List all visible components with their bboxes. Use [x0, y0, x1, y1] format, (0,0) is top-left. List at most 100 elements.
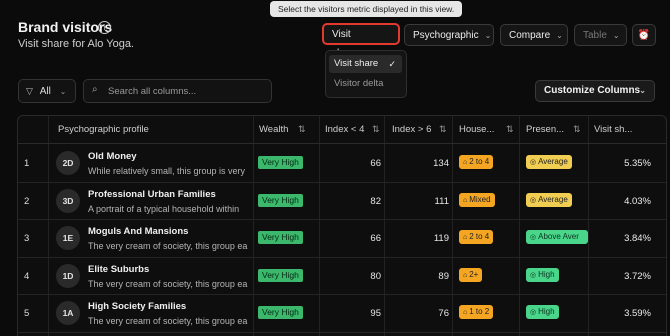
- filter-label: All: [39, 86, 51, 97]
- sort-icon[interactable]: ⇅: [506, 116, 514, 143]
- metric-select-button[interactable]: Visit share⌄: [322, 23, 400, 59]
- row-rank: 3: [24, 233, 30, 244]
- dropdown-option-visit-share[interactable]: Visit share ✓: [329, 55, 402, 73]
- index-lt-value: 66: [370, 233, 381, 244]
- filter-icon: ▽: [26, 86, 33, 96]
- column-header-presence[interactable]: Presen...: [526, 116, 564, 143]
- visit-share-value: 4.03%: [624, 195, 651, 207]
- segment-select-button[interactable]: Psychographic ⌄: [404, 24, 494, 46]
- visit-share-value: 5.35%: [624, 158, 651, 169]
- index-lt-value: 80: [370, 270, 381, 282]
- compare-select-label: Compare: [509, 30, 551, 41]
- presence-badge: ◎ High: [526, 305, 559, 319]
- row-rank: 5: [24, 308, 30, 319]
- wealth-badge: Very High: [258, 193, 303, 207]
- chevron-down-icon: ⌄: [556, 31, 563, 40]
- home-icon: ⌂: [463, 309, 468, 316]
- column-header-index-lt[interactable]: Index < 4: [325, 116, 364, 143]
- presence-icon: ◎: [530, 309, 537, 316]
- profile-description: While relatively small, this group is ve…: [88, 166, 246, 176]
- home-icon: ⌂: [463, 271, 468, 279]
- household-badge: ⌂ 2 to 4: [459, 155, 494, 169]
- view-select-label: Table: [583, 30, 607, 41]
- profile-name: High Society Families: [88, 301, 187, 312]
- column-header-visit-share[interactable]: Visit sh...: [594, 116, 632, 143]
- household-badge: ⌂ Mixed: [459, 192, 495, 207]
- row-rank: 1: [24, 158, 30, 169]
- profile-name: Professional Urban Families: [88, 188, 216, 200]
- page-subtitle: Visit share for Alo Yoga.: [18, 38, 134, 50]
- compare-select-button[interactable]: Compare ⌄: [500, 24, 568, 46]
- search-placeholder: Search all columns...: [108, 86, 197, 97]
- customize-columns-button[interactable]: Customize Columns ⌄: [535, 80, 655, 102]
- home-icon: ⌂: [463, 234, 468, 241]
- visit-share-value: 3.72%: [624, 270, 651, 282]
- sort-icon[interactable]: ⇅: [439, 116, 447, 143]
- table-row[interactable]: 4 1D Elite Suburbs The very cream of soc…: [18, 257, 666, 295]
- search-input[interactable]: ⌕ Search all columns...: [83, 79, 272, 103]
- column-header-household[interactable]: House...: [459, 116, 494, 143]
- alarm-clock-button[interactable]: ⏰: [632, 24, 656, 46]
- visit-share-value: 3.84%: [624, 233, 651, 244]
- profile-description: The very cream of society, this group ea: [88, 241, 248, 251]
- index-lt-value: 95: [370, 308, 381, 319]
- chevron-down-icon: ⌄: [484, 31, 492, 40]
- sort-icon[interactable]: ⇅: [372, 116, 380, 143]
- profile-avatar: 1D: [56, 263, 80, 288]
- table-header: Psychographic profile Wealth ⇅ Index < 4…: [18, 116, 666, 144]
- column-header-index-gt[interactable]: Index > 6: [392, 116, 431, 143]
- customize-columns-label: Customize Columns: [544, 85, 641, 96]
- presence-icon: ◎: [530, 271, 537, 279]
- index-gt-value: 76: [438, 308, 449, 319]
- index-lt-value: 66: [370, 158, 381, 169]
- dropdown-option-visitor-delta[interactable]: Visitor delta: [329, 75, 402, 93]
- presence-badge: ◎ Average: [526, 192, 572, 207]
- index-gt-value: 119: [433, 233, 449, 244]
- view-select-button[interactable]: Table ⌄: [574, 24, 627, 46]
- profile-description: The very cream of society, this group ea: [88, 278, 248, 289]
- index-gt-value: 89: [438, 270, 449, 282]
- metric-dropdown: Visit share ✓ Visitor delta: [325, 50, 407, 98]
- sort-icon[interactable]: ⇅: [573, 116, 581, 143]
- presence-badge: ◎ Above Aver: [526, 230, 588, 244]
- data-table: Psychographic profile Wealth ⇅ Index < 4…: [17, 115, 667, 336]
- column-header-profile[interactable]: Psychographic profile: [58, 116, 149, 143]
- chevron-down-icon: ⌄: [59, 87, 67, 96]
- household-badge: ⌂ 2+: [459, 267, 483, 282]
- table-row[interactable]: 3 1E Moguls And Mansions The very cream …: [18, 219, 666, 258]
- wealth-badge: Very High: [258, 231, 303, 244]
- table-row[interactable]: 2 3D Professional Urban Families A portr…: [18, 182, 666, 220]
- profile-name: Old Money: [88, 151, 137, 162]
- profile-description: A portrait of a typical household within: [88, 203, 240, 214]
- chevron-down-icon: ⌄: [639, 86, 646, 95]
- alarm-clock-icon: ⏰: [637, 30, 651, 41]
- presence-icon: ◎: [530, 196, 537, 204]
- presence-badge: ◎ Average: [526, 155, 572, 169]
- check-icon: ✓: [388, 59, 396, 69]
- metric-tooltip: Select the visitors metric displayed in …: [270, 1, 463, 17]
- column-header-wealth[interactable]: Wealth: [259, 116, 288, 143]
- profile-avatar: 2D: [56, 151, 80, 175]
- row-rank: 4: [24, 270, 30, 282]
- profile-avatar: 1A: [56, 301, 80, 325]
- profile-name: Elite Suburbs: [88, 263, 150, 275]
- home-icon: ⌂: [463, 196, 468, 204]
- presence-badge: ◎ High: [526, 267, 559, 282]
- sort-icon[interactable]: ⇅: [298, 116, 306, 143]
- wealth-badge: Very High: [258, 156, 303, 169]
- household-badge: ⌂ 1 to 2: [459, 305, 494, 319]
- presence-icon: ◎: [530, 159, 537, 166]
- profile-avatar: 3D: [56, 188, 80, 213]
- info-icon[interactable]: i: [98, 21, 111, 34]
- profile-avatar: 1E: [56, 226, 80, 250]
- profile-name: Moguls And Mansions: [88, 226, 189, 237]
- wealth-badge: Very High: [258, 306, 303, 319]
- home-icon: ⌂: [463, 159, 468, 166]
- visit-share-value: 3.59%: [624, 308, 651, 319]
- filter-select[interactable]: ▽ All ⌄: [18, 79, 76, 103]
- index-gt-value: 134: [433, 158, 449, 169]
- table-row[interactable]: 5 1A High Society Families The very crea…: [18, 294, 666, 333]
- table-row[interactable]: 1 2D Old Money While relatively small, t…: [18, 144, 666, 183]
- segment-select-label: Psychographic: [413, 30, 479, 41]
- wealth-badge: Very High: [258, 268, 303, 282]
